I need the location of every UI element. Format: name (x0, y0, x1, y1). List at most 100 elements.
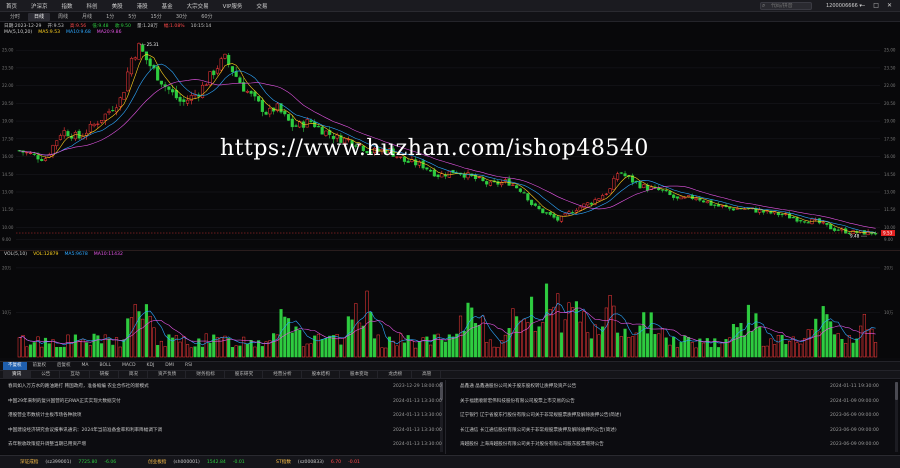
menu-item-hk-stocks[interactable]: 港股 (137, 2, 148, 10)
news-tab-8[interactable]: 经营分析 (264, 370, 302, 379)
volume-bar (391, 340, 395, 358)
news-tab-9[interactable]: 股本结构 (303, 370, 340, 379)
candle-body (178, 96, 182, 102)
news-tab-0[interactable]: 资讯 (3, 370, 32, 379)
candle-body (675, 196, 679, 199)
indicator-tab-7[interactable]: DMI (160, 362, 179, 370)
close-icon[interactable]: ✕ (887, 0, 892, 12)
volume-bar (51, 339, 55, 358)
period-tab-7[interactable]: 30分 (170, 13, 193, 21)
indicator-tab-8[interactable]: RSI (180, 362, 197, 370)
volume-legend: VOL(5,10) VOL:12879 MA5:9678 MA10:11432 (4, 252, 129, 257)
indicator-tab-5[interactable]: MACD (117, 362, 141, 370)
menu-item-us-stocks[interactable]: 美股 (112, 2, 123, 10)
volume-bar (847, 335, 851, 358)
ticker-item[interactable]: ST指数 (sz000833) 6.70 -0.01 (276, 456, 367, 468)
news-title[interactable]: 长江通信 长江通信股份有限公司关于非常规股票质押及解除质押的公告(简述) (460, 424, 832, 439)
candle-body (716, 204, 721, 207)
period-tab-0[interactable]: 分时 (4, 13, 26, 21)
period-tab-4[interactable]: 1分 (100, 13, 120, 21)
volume-bar (245, 343, 249, 358)
y-tick-label-right: 19.00 (884, 119, 896, 124)
menu-item-vip[interactable]: VIP服务 (223, 2, 243, 10)
menu-item-funds[interactable]: 基金 (162, 2, 173, 10)
volume-bar (537, 326, 541, 358)
indicator-tab-0[interactable]: 不复权 (3, 362, 27, 370)
news-tab-2[interactable]: 互动 (61, 370, 90, 379)
period-tab-5[interactable]: 5分 (122, 13, 142, 21)
news-tab-11[interactable]: 龙虎榜 (379, 370, 413, 379)
news-title[interactable]: 春风如入万方水的路油路打 韩国政府，准备缩编 农业合作社的新模式 (8, 380, 380, 395)
news-title[interactable]: 去年税收政策提升调整当期已用资产增 (8, 438, 380, 453)
volume-chart[interactable]: 20万 20万 10万 10万 VOL(5,10) VOL:12879 MA5:9678 M… (0, 250, 900, 358)
candlestick-chart[interactable]: 25.00 25.00 23.50 23.50 22.00 22.00 20.50 20.50… (0, 22, 900, 248)
indicator-tab-4[interactable]: BOLL (94, 362, 116, 370)
indicator-tab-3[interactable]: MA (77, 362, 94, 370)
menu-item-trade[interactable]: 交易 (256, 2, 267, 10)
news-title[interactable]: 中国29年来制的复兴国营的石RWA正实实现大数据交付 (8, 395, 380, 410)
news-item[interactable]: 辽宁银行 辽宁省股东行股份有限公司关于非常规股票质押及解除质押公告(简述) 202… (452, 409, 900, 424)
candle-body (563, 213, 567, 216)
indicator-tab-6[interactable]: KDJ (142, 362, 160, 370)
volume-bar (81, 339, 85, 358)
news-tab-4[interactable]: 简况 (120, 370, 149, 379)
search-input[interactable] (760, 2, 812, 10)
volume-bar (743, 335, 747, 358)
candle-body (55, 140, 59, 147)
volume-bar (159, 340, 163, 358)
news-title[interactable]: 晶鑫通 晶鑫通股份公司关于股东股权转让质押及资产公告 (460, 380, 832, 395)
news-tab-6[interactable]: 财务指标 (187, 370, 225, 379)
candle-body (713, 204, 717, 206)
news-item[interactable]: 长江通信 长江通信股份有限公司关于非常规股票质押及解除质押的公告(简述) 2023… (452, 424, 900, 439)
period-tab-8[interactable]: 60分 (195, 13, 218, 21)
candle-body (36, 155, 40, 160)
period-tab-2[interactable]: 周线 (52, 13, 74, 21)
indicator-tab-1[interactable]: 前复权 (28, 362, 52, 370)
news-item[interactable]: 海越股份 上海海越股份有限公司关于对股份有限公司股东股票增持公告 2023-06-… (452, 438, 900, 453)
news-tab-10[interactable]: 股本变动 (341, 370, 379, 379)
account-selector[interactable]: 1200006666 ▾ (826, 0, 862, 12)
news-title[interactable]: 海越股份 上海海越股份有限公司关于对股份有限公司股东股票增持公告 (460, 438, 832, 453)
menu-item-hs-market[interactable]: 沪深京 (31, 2, 48, 10)
news-item[interactable]: 关于福建顺新宏伟科技股份有限公司股票上市交易的公告 2024-01-09 09:0… (452, 395, 900, 410)
candle-body (507, 178, 511, 186)
news-tab-12[interactable]: 高管 (413, 370, 442, 379)
volume-bar (653, 334, 657, 358)
menu-item-star[interactable]: 科创 (87, 2, 98, 10)
candle-body (122, 92, 126, 100)
volume-bar (47, 343, 51, 358)
ticker-price: 1542.84 (206, 460, 226, 465)
ticker-item[interactable]: 深证成指 (sz399001) 7725.80 -6.06 (20, 456, 123, 468)
news-item[interactable]: 中国建设经济研究会议报事讯通讯：2024年当前准备金率和利率降幅调下调 2024-… (0, 424, 445, 439)
news-title[interactable]: 辽宁银行 辽宁省股东行股份有限公司关于非常规股票质押及解除质押公告(简述) (460, 409, 832, 424)
volume-bar (406, 335, 410, 358)
candle-body (320, 126, 324, 135)
y-tick-label-left: 14.50 (2, 172, 14, 177)
ticker-item[interactable]: 创业板指 (sh000001) 1542.84 -0.01 (148, 456, 252, 468)
news-tab-3[interactable]: 研报 (91, 370, 119, 379)
ma-legend: MA(5,10,20) MA5:9.53 MA10:9.68 MA20:9.86 (4, 30, 128, 35)
maximize-icon[interactable]: □ (873, 0, 879, 12)
news-title[interactable]: 港股营业市数统计主板市场各种款项 (8, 409, 380, 424)
menu-item-home[interactable]: 首页 (6, 2, 17, 10)
news-tab-5[interactable]: 资产负债 (149, 370, 187, 379)
volume-bar (414, 347, 418, 358)
news-title[interactable]: 中国建设经济研究会议报事讯通讯：2024年当前准备金率和利率降幅调下调 (8, 424, 380, 439)
period-tab-6[interactable]: 15分 (144, 13, 167, 21)
news-title[interactable]: 关于福建顺新宏伟科技股份有限公司股票上市交易的公告 (460, 395, 832, 410)
minimize-icon[interactable]: — (859, 0, 865, 12)
news-item[interactable]: 春风如入万方水的路油路打 韩国政府，准备缩编 农业合作社的新模式 2023-12-… (0, 380, 445, 395)
news-item[interactable]: 中国29年来制的复兴国营的石RWA正实实现大数据交付 2024-01-13 13:… (0, 395, 445, 410)
news-tab-1[interactable]: 公告 (32, 370, 61, 379)
news-tab-7[interactable]: 股东研究 (226, 370, 264, 379)
period-tab-3[interactable]: 月线 (76, 13, 98, 21)
news-item[interactable]: 去年税收政策提升调整当期已用资产增 2024-01-13 13:30:00 (0, 438, 445, 453)
y-tick-label-right: 23.50 (884, 65, 896, 70)
news-item[interactable]: 港股营业市数统计主板市场各种款项 2024-01-13 13:30:00 (0, 409, 445, 424)
period-tabs: 分时 日线 周线 月线 1分 5分 15分 30分 60分 (0, 12, 900, 22)
news-item[interactable]: 晶鑫通 晶鑫通股份公司关于股东股权转让质押及资产公告 2024-01-11 19:… (452, 380, 900, 395)
period-tab-1[interactable]: 日线 (28, 12, 51, 21)
menu-item-block-trade[interactable]: 大宗交易 (187, 2, 209, 10)
indicator-tab-2[interactable]: 后复权 (52, 362, 76, 370)
menu-item-index[interactable]: 指数 (62, 2, 73, 10)
